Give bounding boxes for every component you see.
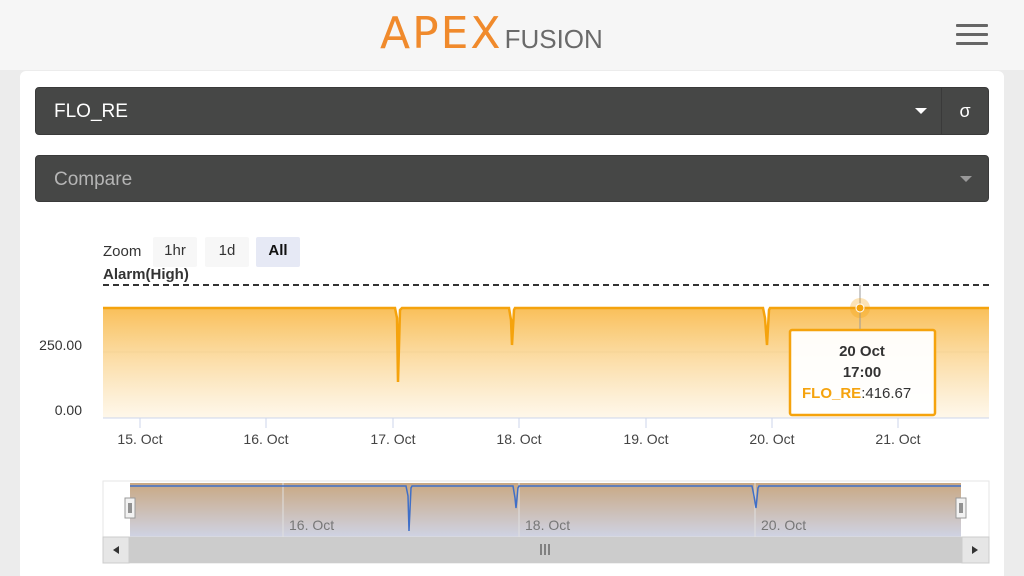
- tooltip-series-line: FLO_RE:416.67: [802, 385, 911, 402]
- x-tick-label: 19. Oct: [623, 431, 668, 447]
- right-handle-grip-icon[interactable]: [955, 497, 967, 519]
- tooltip-time: 17:00: [843, 364, 881, 381]
- y-tick-label: 250.00: [39, 337, 82, 353]
- navigator-tick-label: 20. Oct: [761, 517, 806, 533]
- x-tick-label: 15. Oct: [117, 431, 162, 447]
- x-tick-label: 17. Oct: [370, 431, 415, 447]
- navigator-left-handle[interactable]: [124, 497, 136, 519]
- x-tick-label: 20. Oct: [749, 431, 794, 447]
- navigator-tick-label: 18. Oct: [525, 517, 570, 533]
- scrollbar[interactable]: [102, 536, 990, 564]
- hover-point[interactable]: [855, 303, 865, 313]
- chart-svg: Alarm(High) 250.00 0.00 15. Oct 16. Oct …: [39, 266, 990, 564]
- tooltip-value: 416.67: [865, 385, 911, 402]
- x-ticks: [139, 418, 899, 428]
- x-tick-label: 18. Oct: [496, 431, 541, 447]
- navigator-right-handle[interactable]: [955, 497, 967, 519]
- tooltip: 20 Oct 17:00 FLO_RE:416.67: [788, 328, 937, 417]
- x-tick-label: 21. Oct: [875, 431, 920, 447]
- left-handle-grip-icon[interactable]: [124, 497, 136, 519]
- tooltip-date: 20 Oct: [839, 343, 885, 360]
- y-tick-label: 0.00: [55, 402, 82, 418]
- navigator[interactable]: 16. Oct 18. Oct 20. Oct: [102, 480, 990, 538]
- x-tick-label: 16. Oct: [243, 431, 288, 447]
- tooltip-series-name: FLO_RE: [802, 385, 861, 402]
- alarm-plotline-label: Alarm(High): [103, 266, 189, 283]
- navigator-tick-label: 16. Oct: [289, 517, 334, 533]
